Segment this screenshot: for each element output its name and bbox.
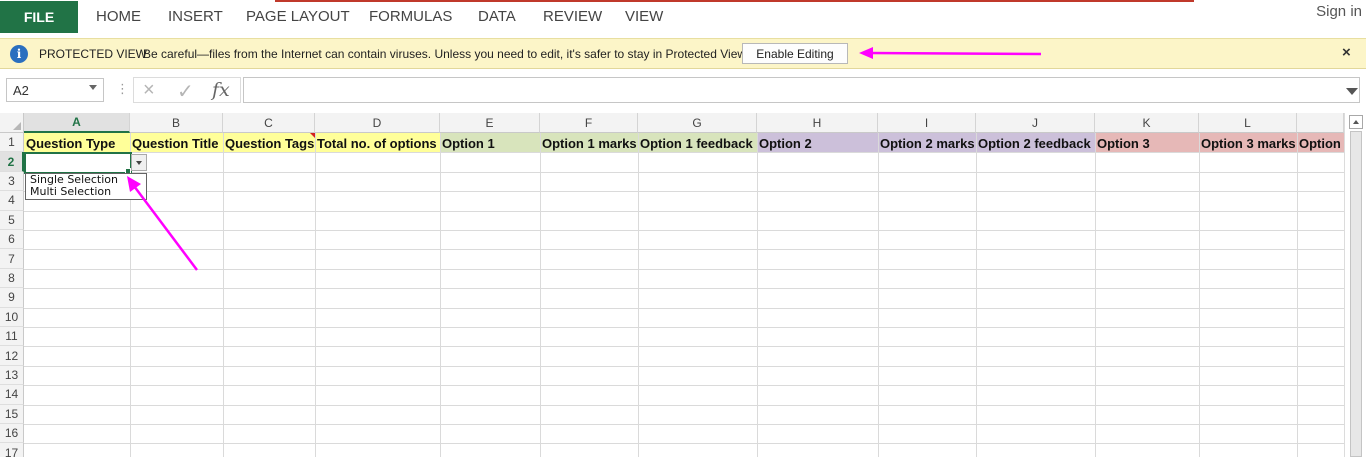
- row-header-7[interactable]: 7: [0, 249, 24, 269]
- select-all-button[interactable]: [0, 113, 24, 133]
- protected-view-message: Be careful—files from the Internet can c…: [143, 47, 749, 61]
- expand-formula-bar-icon[interactable]: [1346, 88, 1358, 95]
- header-cell-option-2-feedback[interactable]: Option 2 feedback: [976, 133, 1095, 153]
- insert-function-icon[interactable]: fx: [212, 79, 230, 101]
- tab-review[interactable]: REVIEW: [543, 8, 602, 25]
- column-header-m[interactable]: [1297, 113, 1344, 133]
- header-cell-total-options[interactable]: Total no. of options: [315, 133, 440, 153]
- column-header-l[interactable]: L: [1199, 113, 1297, 133]
- cancel-icon[interactable]: ×: [143, 79, 155, 102]
- row-header-14[interactable]: 14: [0, 385, 24, 405]
- header-cell-option-1-feedback[interactable]: Option 1 feedback: [638, 133, 757, 153]
- scroll-up-button[interactable]: [1349, 115, 1363, 129]
- column-header-k[interactable]: K: [1095, 113, 1199, 133]
- tab-insert[interactable]: INSERT: [168, 8, 223, 25]
- header-cell-option-4[interactable]: Option: [1297, 133, 1344, 153]
- chevron-down-icon: [136, 161, 142, 165]
- column-header-a[interactable]: A: [24, 113, 130, 133]
- header-cell-option-1[interactable]: Option 1: [440, 133, 540, 153]
- formula-bar-grip-icon: ⋮: [116, 81, 129, 96]
- tab-page-layout[interactable]: PAGE LAYOUT: [246, 8, 350, 25]
- sign-in-link[interactable]: Sign in: [1316, 3, 1362, 20]
- file-tab[interactable]: FILE: [0, 1, 78, 33]
- enable-editing-button[interactable]: Enable Editing: [742, 43, 848, 64]
- row-header-16[interactable]: 16: [0, 424, 24, 444]
- protected-view-title: PROTECTED VIEW: [39, 47, 148, 61]
- formula-bar: A2 ⋮ × ✓ fx: [0, 70, 1366, 112]
- enter-icon[interactable]: ✓: [177, 79, 194, 104]
- worksheet-grid[interactable]: A B C D E F G H I J K L 1 2 3 4 5 6 7 8 …: [0, 113, 1366, 457]
- vertical-scrollbar[interactable]: [1344, 113, 1366, 457]
- row-header-15[interactable]: 15: [0, 404, 24, 424]
- selected-cell-a2[interactable]: [24, 152, 132, 174]
- tab-formulas[interactable]: FORMULAS: [369, 8, 452, 25]
- row-header-4[interactable]: 4: [0, 191, 24, 211]
- header-cell-option-1-marks[interactable]: Option 1 marks: [540, 133, 638, 153]
- cell-dropdown-button[interactable]: [131, 154, 147, 171]
- name-box[interactable]: A2: [6, 78, 104, 102]
- ribbon-tab-bar: FILE HOME INSERT PAGE LAYOUT FORMULAS DA…: [0, 0, 1366, 36]
- formula-buttons: × ✓ fx: [133, 77, 241, 103]
- formula-input[interactable]: [243, 77, 1360, 103]
- column-header-h[interactable]: H: [757, 113, 878, 133]
- row-header-12[interactable]: 12: [0, 346, 24, 366]
- row-header-3[interactable]: 3: [0, 171, 24, 192]
- column-header-g[interactable]: G: [638, 113, 757, 133]
- tab-data[interactable]: DATA: [478, 8, 516, 25]
- row-header-6[interactable]: 6: [0, 230, 24, 250]
- column-header-c[interactable]: C: [223, 113, 315, 133]
- header-cell-question-title[interactable]: Question Title: [130, 133, 223, 153]
- header-cell-option-2-marks[interactable]: Option 2 marks: [878, 133, 976, 153]
- tab-home[interactable]: HOME: [96, 8, 141, 25]
- protected-view-bar: i PROTECTED VIEW Be careful—files from t…: [0, 38, 1366, 69]
- row-header-9[interactable]: 9: [0, 288, 24, 308]
- row-header-5[interactable]: 5: [0, 210, 24, 230]
- header-cell-option-3[interactable]: Option 3: [1095, 133, 1199, 153]
- close-icon[interactable]: ×: [1342, 44, 1351, 61]
- column-header-i[interactable]: I: [878, 113, 976, 133]
- column-header-d[interactable]: D: [315, 113, 440, 133]
- header-cell-question-type[interactable]: Question Type: [24, 133, 130, 153]
- name-box-dropdown-icon[interactable]: [89, 85, 97, 90]
- column-header-f[interactable]: F: [540, 113, 638, 133]
- annotation-arrow-enable-editing: [859, 47, 1042, 59]
- column-header-e[interactable]: E: [440, 113, 540, 133]
- header-cell-question-tags[interactable]: Question Tags: [223, 133, 315, 153]
- row-header-13[interactable]: 13: [0, 365, 24, 386]
- info-icon: i: [10, 45, 28, 63]
- row-header-1[interactable]: 1: [0, 133, 24, 153]
- row-header-10[interactable]: 10: [0, 307, 24, 327]
- row-header-2[interactable]: 2: [0, 152, 24, 172]
- column-header-b[interactable]: B: [130, 113, 223, 133]
- row-header-17[interactable]: 17: [0, 443, 24, 457]
- header-cell-option-3-marks[interactable]: Option 3 marks: [1199, 133, 1297, 153]
- header-cell-option-2[interactable]: Option 2: [757, 133, 878, 153]
- column-header-j[interactable]: J: [976, 113, 1095, 133]
- chevron-up-icon: [1353, 120, 1359, 124]
- row-header-8[interactable]: 8: [0, 268, 24, 289]
- title-accent-line: [275, 0, 1194, 2]
- scrollbar-thumb[interactable]: [1350, 131, 1362, 457]
- tab-view[interactable]: VIEW: [625, 8, 663, 25]
- annotation-arrow-dropdown: [127, 176, 198, 271]
- row-header-11[interactable]: 11: [0, 327, 24, 347]
